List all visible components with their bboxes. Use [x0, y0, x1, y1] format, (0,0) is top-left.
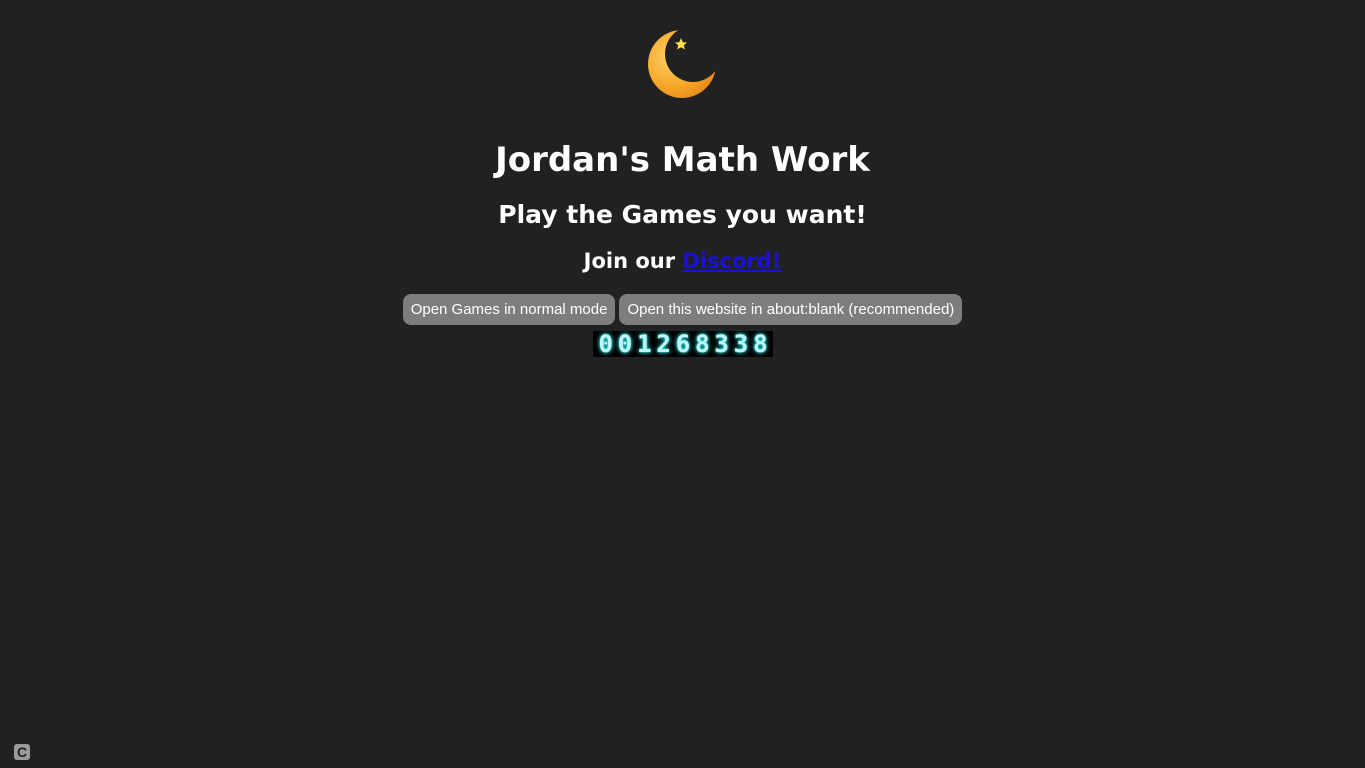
- counter-digit: 1: [637, 330, 652, 358]
- open-normal-mode-button[interactable]: Open Games in normal mode: [402, 294, 616, 325]
- join-prefix-text: Join our: [583, 249, 683, 273]
- counter-digit: 0: [617, 330, 633, 358]
- counter-digit: 6: [675, 330, 691, 358]
- counter-digit: 8: [753, 330, 768, 358]
- counter-digit: 3: [733, 330, 749, 358]
- visitor-counter: 0 0 1 2 6 8 3 3 8: [593, 331, 773, 357]
- page-subtitle: Play the Games you want!: [498, 200, 867, 229]
- counter-digit: 8: [695, 330, 710, 358]
- page-title: Jordan's Math Work: [495, 140, 870, 180]
- counter-digit: 2: [656, 330, 671, 358]
- join-discord-line: Join our Discord!: [0, 246, 1365, 276]
- counter-digit: 3: [714, 330, 729, 358]
- launch-buttons: Open Games in normal mode Open this webs…: [0, 294, 1365, 325]
- discord-link[interactable]: Discord!: [682, 249, 781, 273]
- crescent-moon-icon: [643, 26, 723, 104]
- open-about-blank-button[interactable]: Open this website in about:blank (recomm…: [619, 294, 963, 325]
- counter-digit: 0: [598, 330, 613, 358]
- c-badge-icon[interactable]: C: [14, 744, 30, 760]
